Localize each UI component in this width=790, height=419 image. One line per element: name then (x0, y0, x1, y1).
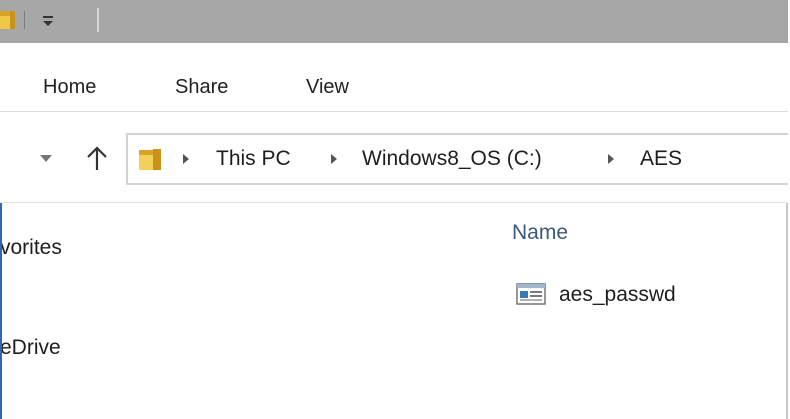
ribbon: Home Share View (0, 43, 788, 112)
title-separator (97, 8, 99, 32)
file-name: aes_passwd (559, 283, 676, 306)
breadcrumb-separator-icon[interactable] (606, 153, 616, 165)
breadcrumb-separator-icon[interactable] (181, 153, 191, 165)
tab-home[interactable]: Home (43, 76, 96, 99)
breadcrumb-windows8-os[interactable]: Windows8_OS (C:) (362, 147, 542, 171)
document-icon (516, 283, 546, 305)
pane-edge (0, 203, 2, 419)
nav-item-favorites[interactable]: vorites (0, 236, 62, 260)
back-arrow-icon[interactable]: › (0, 150, 6, 166)
file-list: Name aes_passwd (470, 203, 788, 419)
column-header-name[interactable]: Name (512, 221, 568, 245)
title-bar (0, 0, 788, 43)
up-button[interactable] (82, 142, 112, 174)
explorer-window: Home Share View › This PC (0, 0, 788, 419)
nav-item-onedrive[interactable]: eDrive (0, 336, 61, 360)
file-item[interactable]: aes_passwd (512, 281, 772, 311)
folder-icon (139, 149, 161, 170)
breadcrumb-aes[interactable]: AES (640, 147, 682, 171)
navigation-pane: vorites eDrive (0, 203, 470, 419)
quick-access-dropdown-button[interactable] (36, 9, 60, 33)
breadcrumb-this-pc[interactable]: This PC (216, 147, 291, 171)
address-bar[interactable]: This PC Windows8_OS (C:) AES (126, 133, 788, 185)
chevron-down-icon (40, 155, 52, 162)
up-arrow-icon (87, 146, 107, 170)
navigation-bar: › This PC Windows8 (0, 112, 788, 203)
dropdown-arrow-icon (43, 16, 53, 26)
tab-view[interactable]: View (306, 76, 349, 99)
folder-icon[interactable] (0, 9, 16, 31)
quick-access-separator (24, 11, 25, 29)
tab-share[interactable]: Share (175, 76, 228, 99)
recent-locations-button[interactable] (36, 148, 56, 168)
breadcrumb-separator-icon[interactable] (329, 153, 339, 165)
